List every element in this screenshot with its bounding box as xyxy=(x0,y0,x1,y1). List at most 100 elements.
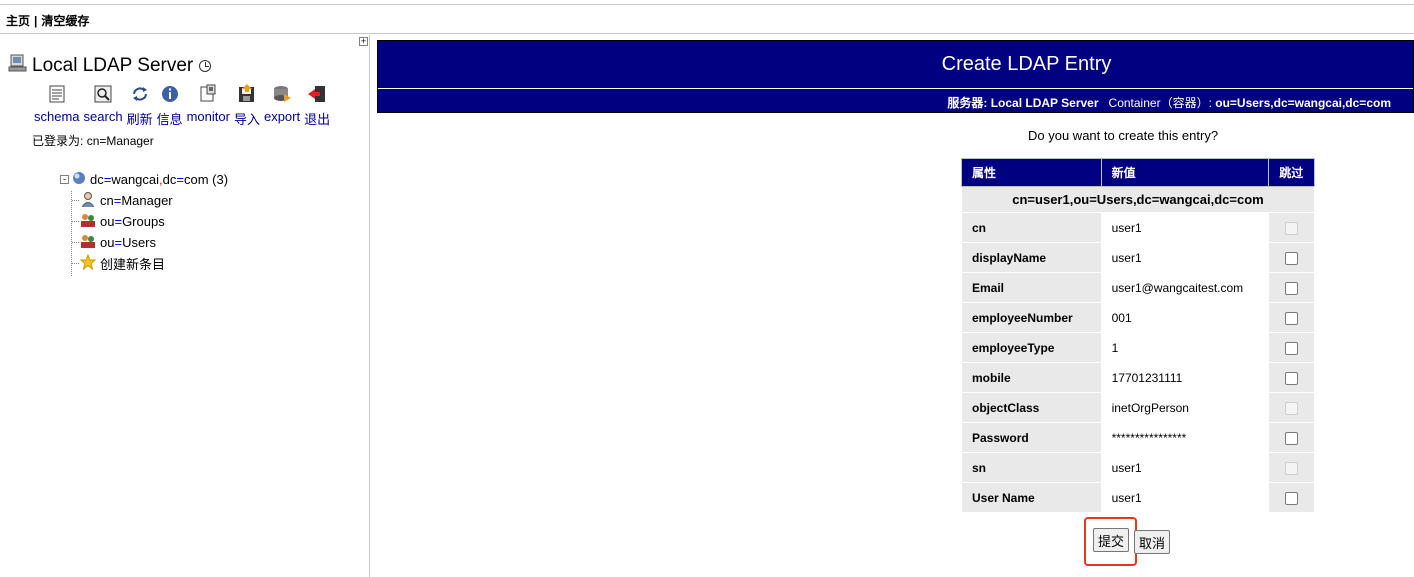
skip-checkbox[interactable] xyxy=(1285,431,1299,445)
server-icon xyxy=(8,53,28,79)
schema-icon xyxy=(46,83,68,105)
attribute-value: inetOrgPerson xyxy=(1100,392,1270,423)
skip-checkbox xyxy=(1285,401,1299,415)
import-button[interactable]: 导入 xyxy=(234,83,260,128)
attribute-value: 17701231111 xyxy=(1100,362,1270,393)
export-icon xyxy=(271,83,293,105)
table-row: employeeNumber 001 xyxy=(961,302,1315,333)
table-row: mobile 17701231111 xyxy=(961,362,1315,393)
skip-checkbox[interactable] xyxy=(1285,281,1299,295)
table-row: employeeType 1 xyxy=(961,332,1315,363)
page-title: Create LDAP Entry xyxy=(941,53,1112,75)
skip-checkbox[interactable] xyxy=(1285,341,1299,355)
table-header-row: 属性 新值 跳过 xyxy=(961,158,1315,187)
clear-cache-link[interactable]: 清空缓存 xyxy=(41,14,89,28)
group-icon xyxy=(80,233,96,252)
skip-cell xyxy=(1268,362,1315,393)
logout-icon xyxy=(306,83,328,105)
attribute-value: user1 xyxy=(1100,482,1270,513)
collapse-icon[interactable]: - xyxy=(60,175,69,184)
sidebar: + Local LDAP Server schema search 刷新 信息 … xyxy=(0,35,370,577)
logged-in-info: 已登录为: cn=Manager xyxy=(32,132,154,149)
toolbar: schema search 刷新 信息 monitor 导入 export 退出 xyxy=(34,83,334,128)
export-button[interactable]: export xyxy=(264,83,300,128)
attribute-name: Password xyxy=(961,422,1102,453)
tree-item-groups[interactable]: ou = Groups xyxy=(71,211,228,232)
skip-cell xyxy=(1268,272,1315,303)
container-value: ou=Users,dc=wangcai,dc=com xyxy=(1215,96,1391,110)
home-link[interactable]: 主页 xyxy=(6,14,30,28)
server-title: Local LDAP Server xyxy=(8,53,212,79)
attribute-value: 1 xyxy=(1100,332,1270,363)
cancel-button[interactable]: 取消 xyxy=(1134,529,1171,554)
server-value: Local LDAP Server xyxy=(990,96,1099,110)
skip-checkbox xyxy=(1285,461,1299,475)
attribute-name: User Name xyxy=(961,482,1102,513)
skip-cell xyxy=(1268,392,1315,423)
skip-cell xyxy=(1268,332,1315,363)
skip-cell xyxy=(1268,452,1315,483)
submit-highlight: 提交 xyxy=(1084,517,1138,566)
tree-item-create-new[interactable]: 创建新条目 xyxy=(71,253,228,274)
table-row: Email user1@wangcaitest.com xyxy=(961,272,1315,303)
table-row: cn user1 xyxy=(961,212,1315,243)
skip-checkbox[interactable] xyxy=(1285,491,1299,505)
skip-checkbox[interactable] xyxy=(1285,371,1299,385)
attribute-name: mobile xyxy=(961,362,1102,393)
entry-table: 属性 新值 跳过 cn=user1,ou=Users,dc=wangcai,dc… xyxy=(961,158,1315,513)
dn-value: cn=user1,ou=Users,dc=wangcai,dc=com xyxy=(961,186,1315,213)
table-row: Password **************** xyxy=(961,422,1315,453)
action-buttons: 提交 取消 xyxy=(1084,517,1171,566)
tree-item-manager[interactable]: cn = Manager xyxy=(71,190,228,211)
import-icon xyxy=(236,83,258,105)
attribute-name: cn xyxy=(961,212,1102,243)
user-icon xyxy=(80,191,96,210)
logged-in-label: 已登录为: xyxy=(32,134,84,148)
group-icon xyxy=(80,212,96,231)
refresh-icon xyxy=(129,83,151,105)
search-button[interactable]: search xyxy=(84,83,123,128)
star-icon xyxy=(79,253,97,273)
skip-checkbox[interactable] xyxy=(1285,251,1299,265)
main-panel: Create LDAP Entry 服务器: Local LDAP Server… xyxy=(377,40,1414,577)
header-new-value: 新值 xyxy=(1100,158,1270,187)
attribute-value: user1 xyxy=(1100,242,1270,273)
server-label: 服务器: xyxy=(947,96,988,110)
attribute-name: displayName xyxy=(961,242,1102,273)
logout-button[interactable]: 退出 xyxy=(304,83,330,128)
refresh-button[interactable]: 刷新 xyxy=(127,83,153,128)
tree-root[interactable]: - dc = wangcai, dc = com (3) xyxy=(60,169,228,190)
tree-item-users[interactable]: ou = Users xyxy=(71,232,228,253)
attribute-value: user1@wangcaitest.com xyxy=(1100,272,1270,303)
table-row: displayName user1 xyxy=(961,242,1315,273)
monitor-button[interactable]: monitor xyxy=(187,83,230,128)
skip-checkbox xyxy=(1285,221,1299,235)
header-attribute: 属性 xyxy=(961,158,1102,187)
attribute-name: Email xyxy=(961,272,1102,303)
table-row: sn user1 xyxy=(961,452,1315,483)
separator: | xyxy=(34,14,38,28)
attribute-name: objectClass xyxy=(961,392,1102,423)
server-container-info: 服务器: Local LDAP Server Container（容器）: ou… xyxy=(378,88,1413,112)
skip-cell xyxy=(1268,422,1315,453)
globe-icon xyxy=(72,171,86,188)
attribute-value: user1 xyxy=(1100,452,1270,483)
logged-in-user: cn=Manager xyxy=(86,134,154,148)
schema-button[interactable]: schema xyxy=(34,83,80,128)
table-row: User Name user1 xyxy=(961,482,1315,513)
attribute-name: employeeType xyxy=(961,332,1102,363)
attribute-value: 001 xyxy=(1100,302,1270,333)
header-skip: 跳过 xyxy=(1268,158,1315,187)
attribute-name: employeeNumber xyxy=(961,302,1102,333)
expand-icon[interactable]: + xyxy=(359,37,368,46)
dn-row: cn=user1,ou=Users,dc=wangcai,dc=com xyxy=(961,186,1315,213)
info-button[interactable]: 信息 xyxy=(157,83,183,128)
submit-button[interactable]: 提交 xyxy=(1093,528,1130,552)
clock-icon[interactable] xyxy=(199,60,212,72)
server-name[interactable]: Local LDAP Server xyxy=(32,55,193,77)
header-banner: Create LDAP Entry 服务器: Local LDAP Server… xyxy=(377,40,1414,113)
info-icon xyxy=(159,83,181,105)
search-icon xyxy=(92,83,114,105)
table-row: objectClass inetOrgPerson xyxy=(961,392,1315,423)
skip-checkbox[interactable] xyxy=(1285,311,1299,325)
